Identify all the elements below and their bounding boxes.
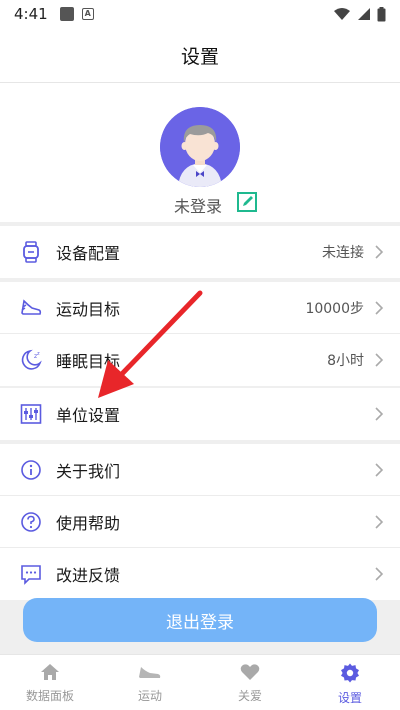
settings-row-label: 改进反馈: [56, 566, 121, 585]
moon-icon: zz: [20, 349, 42, 371]
settings-row-value: 8小时: [327, 353, 364, 369]
tab-label: 关爱: [237, 689, 262, 703]
wifi-icon: [334, 8, 350, 20]
settings-row-label: 睡眠目标: [56, 352, 121, 371]
avatar[interactable]: [160, 107, 240, 187]
sliders-icon: [20, 403, 42, 425]
tab-label: 设置: [337, 691, 362, 705]
tab-settings[interactable]: 设置: [300, 655, 400, 710]
settings-row-label: 使用帮助: [56, 513, 121, 533]
settings-row-device-config[interactable]: 设备配置 未连接: [0, 226, 400, 278]
chevron-right-icon: [375, 245, 384, 259]
info-section: 关于我们 使用帮助 改进反馈: [0, 444, 400, 600]
settings-row-exercise-goal[interactable]: 运动目标 10000步: [0, 282, 400, 334]
feedback-icon: [20, 563, 42, 585]
logout-button[interactable]: 退出登录: [23, 598, 377, 642]
page-header: 设置: [0, 28, 400, 82]
login-status-text[interactable]: 未登录: [174, 193, 222, 217]
sneaker-icon: [20, 297, 42, 319]
chevron-right-icon: [375, 462, 384, 477]
settings-row-feedback[interactable]: 改进反馈: [0, 548, 400, 600]
chevron-right-icon: [375, 353, 384, 367]
tab-label: 数据面板: [25, 689, 74, 703]
watch-icon: [20, 241, 42, 263]
goals-section: 运动目标 10000步 zz 睡眠目标 8小时: [0, 282, 400, 386]
tab-label: 运动: [137, 689, 162, 703]
signal-icon: [358, 8, 370, 20]
chevron-right-icon: [375, 300, 384, 315]
settings-row-value: 未连接: [322, 245, 364, 261]
info-icon: [20, 459, 42, 481]
heart-icon: [240, 664, 260, 680]
tab-care[interactable]: 关爱: [200, 655, 300, 710]
battery-icon: [377, 6, 386, 21]
settings-row-label: 关于我们: [56, 461, 121, 481]
status-time: 4:41: [14, 5, 48, 23]
chevron-right-icon: [375, 567, 384, 581]
settings-row-label: 运动目标: [56, 299, 121, 319]
settings-row-label: 单位设置: [56, 406, 121, 425]
chevron-right-icon: [375, 407, 384, 421]
settings-row-about-us[interactable]: 关于我们: [0, 444, 400, 496]
home-icon: [41, 664, 59, 680]
edit-icon[interactable]: [236, 191, 258, 213]
svg-text:z: z: [37, 351, 40, 357]
unit-section: 单位设置: [0, 388, 400, 440]
help-icon: [20, 511, 42, 533]
chevron-right-icon: [375, 514, 384, 529]
tab-dashboard[interactable]: 数据面板: [0, 655, 100, 710]
gear-icon: [341, 663, 359, 683]
page-title: 设置: [180, 45, 219, 68]
tab-exercise[interactable]: 运动: [100, 655, 200, 710]
settings-row-help[interactable]: 使用帮助: [0, 496, 400, 548]
settings-row-value: 10000步: [305, 300, 364, 317]
status-bar: 4:41 A: [0, 0, 400, 28]
profile-card: 未登录: [0, 82, 400, 222]
notification-a-icon: A: [81, 8, 94, 20]
shoe-icon: [139, 667, 161, 678]
settings-row-label: 设备配置: [56, 244, 121, 263]
settings-row-unit-settings[interactable]: 单位设置: [0, 388, 400, 440]
settings-row-sleep-goal[interactable]: zz 睡眠目标 8小时: [0, 334, 400, 386]
device-section: 设备配置 未连接: [0, 226, 400, 278]
bottom-tab-bar: 数据面板 运动 关爱 设置: [0, 654, 400, 710]
avatar-illustration: [160, 107, 240, 187]
notification-square-icon: [59, 7, 74, 21]
